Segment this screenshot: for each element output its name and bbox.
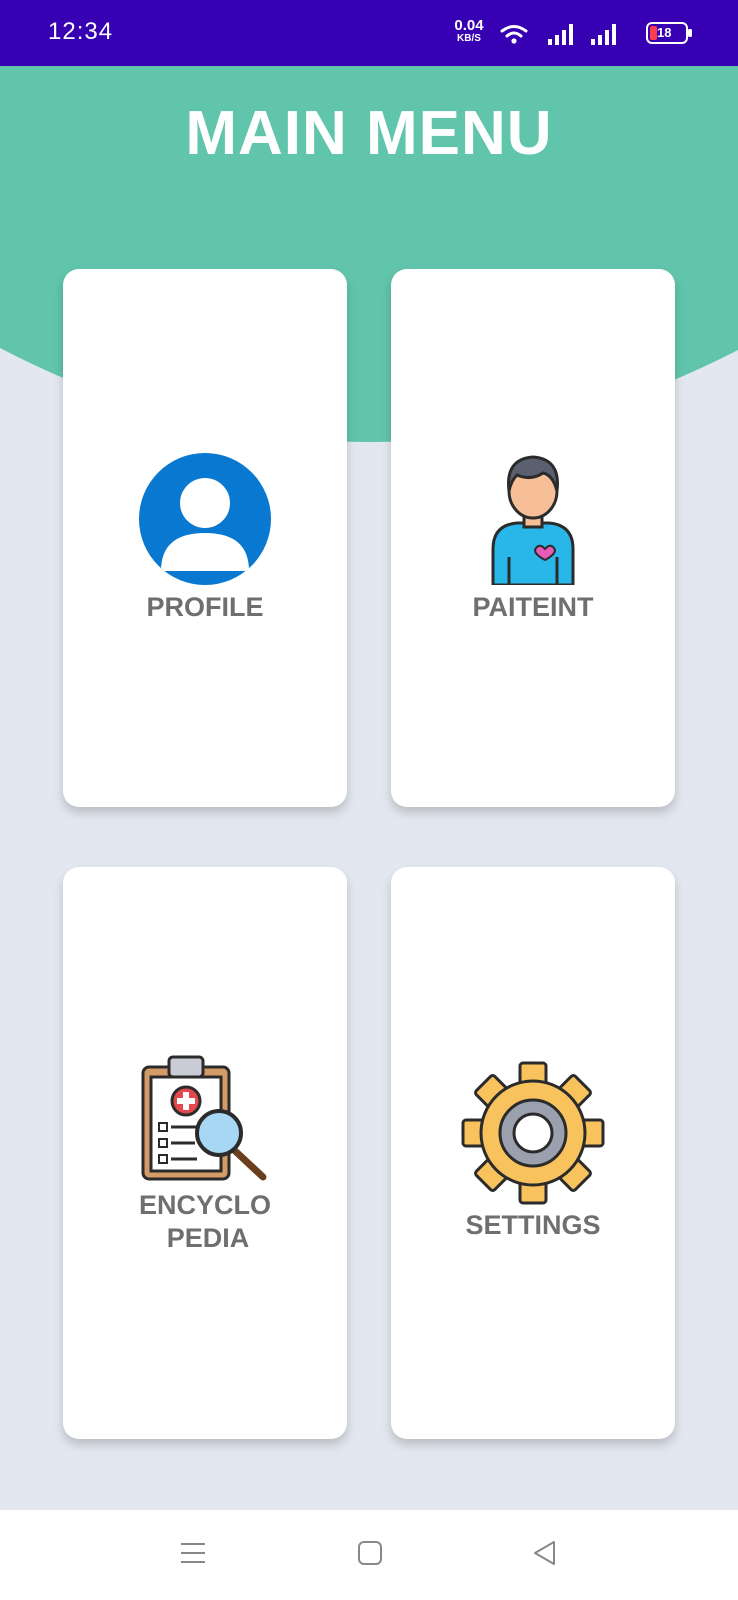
network-speed: 0.04 KB/S <box>449 17 489 44</box>
network-speed-unit: KB/S <box>457 33 481 44</box>
status-time: 12:34 <box>48 18 114 45</box>
menu-icon[interactable] <box>178 1538 208 1568</box>
back-icon[interactable] <box>530 1538 560 1568</box>
signal-icon-secondary <box>591 24 616 45</box>
settings-card[interactable]: SETTINGS <box>391 867 675 1439</box>
home-icon[interactable] <box>355 1538 385 1568</box>
user-avatar-icon <box>139 453 271 585</box>
signal-icon <box>548 24 573 45</box>
profile-label: PROFILE <box>146 592 264 622</box>
encyclopedia-label-line2: PEDIA <box>166 1223 250 1253</box>
page-title: MAIN MENU <box>185 99 553 168</box>
system-nav-bar <box>0 1510 738 1600</box>
encyclopedia-card[interactable]: ENCYCLO PEDIA <box>63 867 347 1439</box>
clipboard-search-icon <box>141 1055 267 1181</box>
gear-icon <box>461 1061 605 1205</box>
encyclopedia-label-line1: ENCYCLO <box>138 1190 271 1220</box>
network-speed-value: 0.04 <box>454 17 484 34</box>
patient-person-icon <box>491 455 575 585</box>
settings-label: SETTINGS <box>465 1210 601 1240</box>
profile-card[interactable]: PROFILE <box>63 269 347 807</box>
status-bar: 12:34 0.04 KB/S 18 <box>0 0 738 66</box>
battery-level: 18 <box>657 25 672 40</box>
patient-label: PAITEINT <box>472 592 594 622</box>
wifi-icon <box>500 25 528 44</box>
battery-icon: 18 <box>646 22 694 44</box>
patient-card[interactable]: PAITEINT <box>391 269 675 807</box>
